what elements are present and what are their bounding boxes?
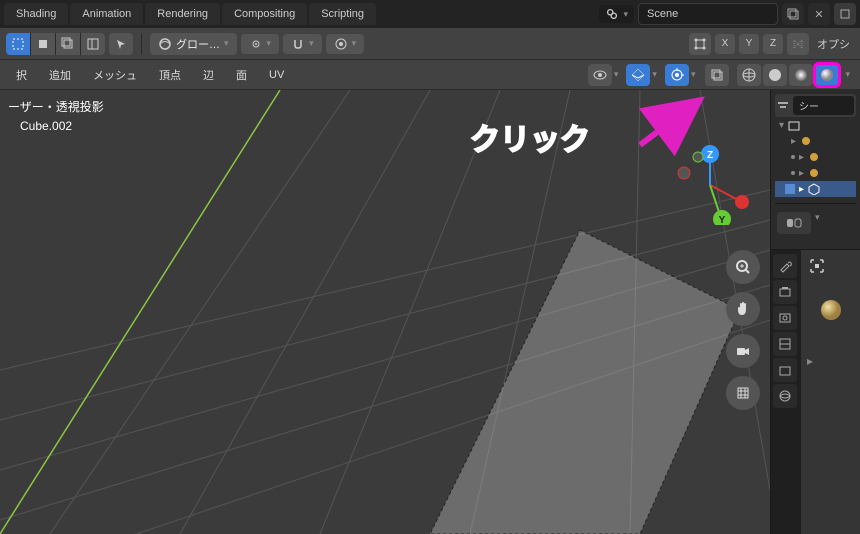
outliner-item-row-selected[interactable]: ▸ [775, 181, 856, 197]
outliner-item-row[interactable]: ▸ [775, 165, 856, 181]
proportional-edit-dropdown[interactable]: ▾ [326, 34, 365, 54]
tab-scripting[interactable]: Scripting [309, 3, 376, 25]
top-workspace-bar: Shading Animation Rendering Compositing … [0, 0, 860, 28]
viewport-grid [0, 90, 770, 534]
filter-icon[interactable] [777, 100, 789, 112]
material-preview-sphere[interactable] [819, 298, 843, 322]
prop-tab-viewlayer[interactable] [773, 332, 797, 356]
outliner-item-row[interactable]: ▸ [775, 149, 856, 165]
shading-solid-button[interactable] [763, 64, 787, 86]
snap-dropdown[interactable]: ▾ [283, 34, 322, 54]
zoom-button[interactable] [726, 250, 760, 284]
properties-content: ▸ [801, 250, 860, 534]
prop-tab-output[interactable] [773, 306, 797, 330]
mirror-button[interactable] [787, 33, 809, 55]
tab-compositing[interactable]: Compositing [222, 3, 307, 25]
prop-tab-tool[interactable] [773, 254, 797, 278]
outliner-panel: シー ▾ ▸ ▸ ▸ ▸ [771, 90, 860, 250]
menu-uv[interactable]: UV [259, 65, 294, 85]
properties-panel: ▸ [771, 250, 860, 534]
tab-rendering[interactable]: Rendering [145, 3, 220, 25]
options-label[interactable]: オプシ [813, 36, 854, 52]
select-circle-button[interactable] [31, 33, 55, 55]
prop-tab-world[interactable] [773, 384, 797, 408]
menu-edge[interactable]: 辺 [193, 63, 224, 87]
gizmo-visibility-button[interactable] [665, 64, 689, 86]
outliner-item-row[interactable]: ▸ [775, 133, 856, 149]
axis-x-button[interactable]: X [715, 34, 735, 54]
edit-mode-menubar: 択 追加 メッシュ 頂点 辺 面 UV ▾ ▾ ▾ ▾ [0, 60, 860, 90]
prop-tab-scene[interactable] [773, 358, 797, 382]
overlay-toggle-button[interactable] [626, 64, 650, 86]
menu-add[interactable]: 追加 [39, 63, 81, 87]
right-sidebar: シー ▾ ▸ ▸ ▸ ▸ [770, 90, 860, 534]
menu-face[interactable]: 面 [226, 63, 257, 87]
shading-wireframe-button[interactable] [737, 64, 761, 86]
pan-button[interactable] [726, 292, 760, 326]
menu-mesh[interactable]: メッシュ [83, 63, 147, 87]
pin-scene-button[interactable] [834, 3, 856, 25]
select-lasso-button[interactable] [56, 33, 80, 55]
scene-browse-button[interactable]: ▾ [599, 5, 634, 23]
xray-toggle-button[interactable] [705, 64, 729, 86]
gizmo-toggle-button[interactable] [689, 33, 711, 55]
focus-icon[interactable] [809, 258, 825, 274]
shading-material-button[interactable] [789, 64, 813, 86]
select-mode-group [6, 33, 105, 55]
pivot-point-dropdown[interactable]: ▾ [241, 34, 280, 54]
camera-view-button[interactable] [726, 334, 760, 368]
display-mode-button[interactable] [777, 212, 811, 234]
menu-vertex[interactable]: 頂点 [149, 63, 191, 87]
menu-select[interactable]: 択 [6, 63, 37, 87]
chevron-down-icon: ▾ [623, 9, 628, 20]
scene-name-input[interactable] [638, 3, 778, 25]
delete-scene-button[interactable]: ✕ [808, 3, 830, 25]
new-scene-button[interactable] [782, 3, 804, 25]
viewport-floating-controls [726, 250, 760, 410]
transform-orientation-dropdown[interactable]: グロー… ▾ [150, 33, 237, 55]
outliner-collection-row[interactable]: ▾ [775, 117, 856, 133]
main-area: ーザー・透視投影 Cube.002 Y Z [0, 90, 860, 534]
outliner-search[interactable]: シー [793, 96, 854, 115]
axis-y-button[interactable]: Y [739, 34, 759, 54]
tab-animation[interactable]: Animation [70, 3, 143, 25]
visibility-dropdown[interactable] [588, 64, 612, 86]
3d-viewport[interactable]: ーザー・透視投影 Cube.002 Y Z [0, 90, 770, 534]
properties-tabs [771, 250, 801, 534]
tab-shading[interactable]: Shading [4, 3, 68, 25]
select-extra-button[interactable] [81, 33, 105, 55]
prop-tab-render[interactable] [773, 280, 797, 304]
perspective-toggle-button[interactable] [726, 376, 760, 410]
axis-z-button[interactable]: Z [763, 34, 783, 54]
viewport-info-overlay: ーザー・透視投影 Cube.002 [8, 98, 104, 136]
shading-rendered-button[interactable] [815, 64, 839, 86]
svg-text:Z: Z [707, 150, 713, 161]
svg-text:Y: Y [719, 215, 726, 225]
viewport-toolbar: グロー… ▾ ▾ ▾ ▾ X Y Z オプシ [0, 28, 860, 60]
cursor-tool-button[interactable] [109, 33, 133, 55]
navigation-gizmo[interactable]: Y Z [670, 145, 750, 225]
select-box-button[interactable] [6, 33, 30, 55]
